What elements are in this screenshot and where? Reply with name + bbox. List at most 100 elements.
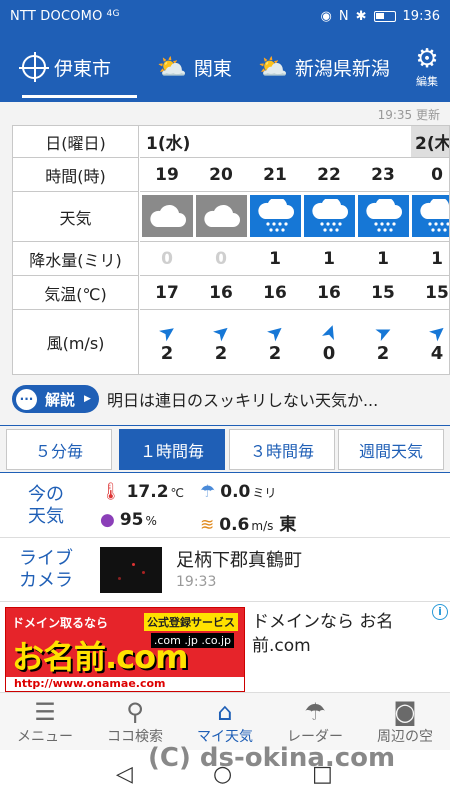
temp-unit: ℃	[170, 486, 185, 500]
temp-cell: 17	[155, 282, 179, 303]
clock: 19:36	[402, 8, 440, 24]
live-camera-label: ライブ カメラ	[12, 548, 80, 592]
current-weather-label: 今の 天気	[12, 484, 80, 528]
edit-label: 編集	[416, 75, 438, 88]
camera-icon: ◙	[393, 698, 417, 726]
day-label: 2(木	[411, 126, 449, 157]
explanation-button[interactable]: ··· 解説 ▶	[12, 385, 99, 413]
row-labels: 日(曜日) 時間(時) 天気 降水量(ミリ) 気温(℃) 風(m/s)	[13, 126, 139, 374]
battery-icon	[373, 10, 396, 22]
wind-cell: ➤ 0	[302, 310, 356, 374]
ad-banner-badge: 公式登録サービス	[144, 613, 238, 631]
label-line: ライブ	[19, 548, 73, 569]
current-wind: ≋ 0.6 m/s 東	[200, 510, 296, 535]
hour-row: 19 20 21 22 23 0	[140, 158, 449, 192]
location-crosshair-icon	[19, 52, 49, 82]
wind-row: ➤ 2 ➤ 2 ➤ 2 ➤ 0 ➤ 2 ➤ 4	[140, 310, 450, 374]
current-humidity: ● 95 %	[100, 510, 157, 530]
home-icon: ⌂	[217, 698, 233, 726]
wind-cell: ➤ 2	[356, 310, 410, 374]
temp-cell: 15	[425, 282, 449, 303]
edit-button[interactable]: ⚙ 編集	[404, 32, 450, 102]
tab-weekly[interactable]: 週間天気	[338, 429, 444, 470]
sun-cloud-icon: ⛅	[258, 53, 288, 81]
wind-arrow-icon: ➤	[206, 316, 236, 347]
label-temp: 気温(℃)	[13, 276, 138, 310]
wind-speed: 2	[376, 342, 390, 364]
tab-3hour[interactable]: ３時間毎	[229, 429, 335, 470]
carrier-name: NTT DOCOMO 4G	[10, 8, 120, 24]
wind-unit: m/s	[251, 519, 274, 533]
current-weather[interactable]: 今の 天気 🌡 17.2 ℃ ☂ 0.0 ミリ ● 95 % ≋ 0.6 m/s…	[0, 474, 450, 538]
precip-cell: 1	[269, 248, 281, 269]
humidity-unit: %	[145, 514, 157, 528]
weather-row	[140, 192, 449, 242]
menu-icon: ☰	[34, 698, 56, 726]
signal-indicator: 4G	[106, 8, 120, 19]
nav-menu[interactable]: ☰ メニュー	[0, 693, 90, 751]
bottom-navigation: ☰ メニュー ⚲ ココ検索 ⌂ マイ天気 ☂ レーダー ◙ 周辺の空	[0, 692, 450, 750]
rain-icon	[250, 195, 301, 237]
ad-text[interactable]: ドメインなら お名前.com	[252, 610, 422, 658]
ad-banner-url: http://www.onamae.com	[6, 677, 244, 691]
nav-label: メニュー	[17, 729, 73, 745]
hour-cell: 20	[209, 164, 233, 185]
label-line: 今の	[28, 484, 64, 505]
live-camera[interactable]: ライブ カメラ 足柄下郡真鶴町 19:33	[0, 538, 450, 602]
wind-arrow-icon: ➤	[422, 316, 450, 347]
eye-icon: ◉	[320, 8, 332, 24]
location-header: 伊東市 ⛅ 関東 ⛅ 新潟県新潟 ⚙ 編集	[0, 32, 450, 102]
thermometer-icon: 🌡	[100, 482, 122, 502]
precip-cell: 0	[161, 248, 173, 269]
rain-cloud-icon: ☂	[200, 482, 216, 502]
gear-icon: ⚙	[415, 44, 439, 74]
advertisement[interactable]: ドメイン取るなら 公式登録サービス お名前.com .com .jp .co.j…	[0, 602, 450, 692]
label-precip: 降水量(ミリ)	[13, 242, 138, 276]
tab-1hour[interactable]: １時間毎	[119, 429, 225, 470]
hour-cell: 19	[155, 164, 179, 185]
label-line: カメラ	[19, 570, 73, 591]
tab-label: 新潟県新潟	[294, 57, 390, 80]
hour-cell: 0	[431, 164, 443, 185]
precip-cell: 0	[215, 248, 227, 269]
tab-label: 関東	[193, 57, 232, 80]
precip-cell: 1	[377, 248, 389, 269]
sun-cloud-icon: ⛅	[157, 53, 187, 81]
label-hour: 時間(時)	[13, 158, 138, 192]
tab-kanto[interactable]: ⛅ 関東	[157, 32, 232, 102]
ad-banner-tld: .com .jp .co.jp	[150, 633, 234, 648]
tab-5min[interactable]: ５分毎	[6, 429, 112, 470]
nfc-icon: N	[338, 8, 349, 24]
comment-text: 明日は連日のスッキリしない天気か...	[106, 391, 379, 410]
droplet-icon: ●	[100, 510, 115, 530]
chevron-right-icon: ▶	[84, 394, 91, 404]
wind-value: 0.6	[219, 515, 250, 535]
hour-cell: 21	[263, 164, 287, 185]
hour-cell: 23	[371, 164, 395, 185]
label-line: 天気	[28, 506, 64, 527]
wind-arrow-icon: ➤	[314, 319, 344, 344]
tab-niigata[interactable]: ⛅ 新潟県新潟	[258, 32, 390, 102]
current-temp: 🌡 17.2 ℃	[100, 482, 184, 502]
forecast-comment[interactable]: ··· 解説 ▶ 明日は連日のスッキリしない天気か...	[12, 382, 438, 416]
temp-cell: 15	[371, 282, 395, 303]
wind-direction: 東	[279, 515, 297, 535]
bluetooth-icon: ✱	[355, 8, 367, 24]
precip-cell: 1	[323, 248, 335, 269]
ad-banner-text: ドメイン取るなら	[12, 616, 109, 630]
tab-label: 伊東市	[54, 57, 112, 80]
cloudy-icon	[142, 195, 193, 237]
rain-icon	[358, 195, 409, 237]
interval-tabs: ５分毎 １時間毎 ３時間毎 週間天気	[0, 425, 450, 473]
temp-row: 17 16 16 16 15 15	[140, 276, 449, 310]
camera-location: 足柄下郡真鶴町	[176, 550, 302, 571]
hourly-forecast-table[interactable]: 日(曜日) 時間(時) 天気 降水量(ミリ) 気温(℃) 風(m/s) 1(水)…	[12, 125, 450, 375]
back-icon[interactable]: ◁	[116, 762, 133, 787]
ad-banner-image[interactable]: ドメイン取るなら 公式登録サービス お名前.com .com .jp .co.j…	[5, 607, 245, 692]
tab-ito-city[interactable]: 伊東市	[19, 32, 137, 102]
rain-icon	[412, 195, 449, 237]
camera-thumbnail[interactable]	[100, 547, 162, 593]
ad-info-icon[interactable]: i	[432, 604, 448, 620]
rain-unit: ミリ	[252, 486, 277, 500]
status-bar: NTT DOCOMO 4G ◉ N ✱ 19:36	[0, 0, 450, 32]
